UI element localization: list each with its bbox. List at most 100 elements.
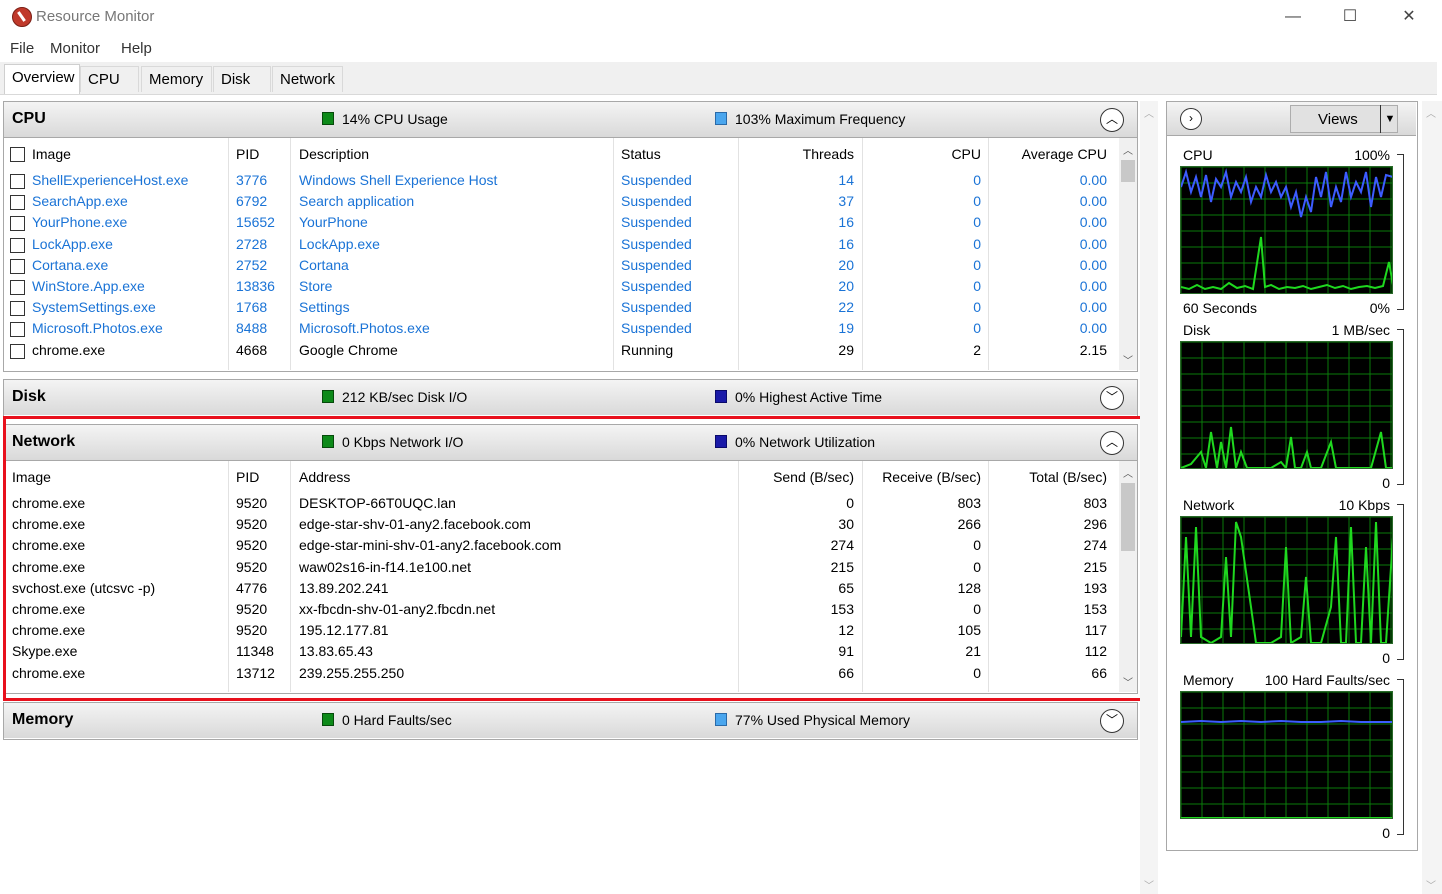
table-cell: Suspended xyxy=(621,299,692,316)
cpu-table-scrollbar[interactable]: ︿ ﹀ xyxy=(1119,138,1137,370)
disk-active-indicator-icon xyxy=(715,390,727,403)
disk-active-text: 0% Highest Active Time xyxy=(735,389,883,405)
table-cell: 20 xyxy=(838,256,854,273)
table-cell: 15652 xyxy=(236,214,275,231)
column-separator xyxy=(228,138,229,370)
cpu-section-title: CPU xyxy=(12,110,46,127)
menu-monitor[interactable]: Monitor xyxy=(50,40,100,57)
views-button-label: Views xyxy=(1318,111,1358,128)
maximize-button[interactable]: ☐ xyxy=(1327,4,1373,30)
network-graph-max: 10 Kbps xyxy=(1338,497,1390,513)
network-graph-title: Network xyxy=(1183,497,1235,513)
cpu-col-header-description[interactable]: Description xyxy=(299,146,369,162)
close-button[interactable]: ✕ xyxy=(1386,4,1432,30)
cpu-usage-indicator-icon xyxy=(322,112,334,125)
cpu-col-header-status[interactable]: Status xyxy=(621,146,661,162)
table-cell: Store xyxy=(299,278,333,294)
memory-used-text: 77% Used Physical Memory xyxy=(735,712,911,728)
menu-file[interactable]: File xyxy=(10,40,34,57)
scroll-thumb[interactable] xyxy=(1121,160,1135,182)
table-cell: 0 xyxy=(973,235,981,252)
process-checkbox[interactable] xyxy=(10,301,25,317)
graphs-scrollbar[interactable]: ︿ ﹀ xyxy=(1422,101,1442,894)
memory-used-indicator-icon xyxy=(715,713,727,726)
process-checkbox[interactable] xyxy=(10,280,25,295)
collapse-up-icon[interactable]: ︿ xyxy=(1100,108,1124,132)
table-cell: LockApp.exe xyxy=(299,235,380,252)
process-checkbox[interactable] xyxy=(10,174,25,189)
scroll-up-arrow-icon[interactable]: ︿ xyxy=(1123,142,1133,157)
memory-faults-text: 0 Hard Faults/sec xyxy=(342,712,452,728)
expand-down-icon[interactable]: ﹀ xyxy=(1100,386,1124,410)
memory-section-header[interactable]: Memory 0 Hard Faults/sec 77% Used Physic… xyxy=(4,703,1137,738)
cpu-graph-min: 0% xyxy=(1369,300,1390,316)
memory-graph-max: 100 Hard Faults/sec xyxy=(1264,672,1390,688)
cpu-graph-time-label: 60 Seconds xyxy=(1183,300,1257,316)
views-dropdown-arrow-icon[interactable]: ▼ xyxy=(1380,105,1399,133)
cpu-col-header-threads[interactable]: Threads xyxy=(734,146,854,162)
scroll-down-arrow-icon[interactable]: ﹀ xyxy=(1144,877,1154,892)
process-checkbox[interactable] xyxy=(10,216,25,232)
tab-overview[interactable]: Overview xyxy=(4,64,80,94)
process-checkbox[interactable] xyxy=(10,322,25,338)
window-title: Resource Monitor xyxy=(36,8,155,25)
table-cell: 16 xyxy=(838,235,854,252)
resource-monitor-icon xyxy=(12,7,32,27)
table-cell: 2 xyxy=(973,341,981,358)
main-scrollbar[interactable]: ︿ ﹀ xyxy=(1140,101,1158,894)
table-cell: Suspended xyxy=(621,214,692,231)
table-cell: 0 xyxy=(973,214,981,231)
network-graph xyxy=(1180,516,1393,644)
process-checkbox[interactable] xyxy=(10,258,25,274)
scroll-down-arrow-icon[interactable]: ﹀ xyxy=(1123,352,1133,367)
select-all-checkbox[interactable] xyxy=(10,147,25,162)
table-cell: Settings xyxy=(299,299,350,316)
disk-graph xyxy=(1180,341,1393,469)
disk-io-text: 212 KB/sec Disk I/O xyxy=(342,389,468,405)
table-cell: Running xyxy=(621,341,674,358)
table-cell: 1768 xyxy=(236,299,268,316)
tab-network[interactable]: Network xyxy=(272,66,343,92)
scroll-up-arrow-icon[interactable]: ︿ xyxy=(1426,105,1436,120)
memory-graph-title: Memory xyxy=(1183,672,1234,688)
process-checkbox[interactable] xyxy=(10,237,25,253)
tab-disk[interactable]: Disk xyxy=(213,66,271,92)
process-checkbox[interactable] xyxy=(10,195,25,211)
menu-help[interactable]: Help xyxy=(121,40,152,57)
table-cell: SearchApp.exe xyxy=(32,193,128,210)
cpu-col-header-average-cpu[interactable]: Average CPU xyxy=(987,146,1107,162)
table-cell: 19 xyxy=(838,320,854,337)
table-cell: 0 xyxy=(973,172,981,188)
scroll-down-arrow-icon[interactable]: ﹀ xyxy=(1426,877,1436,892)
memory-graph xyxy=(1180,691,1393,819)
disk-graph-min: 0 xyxy=(1382,475,1390,491)
table-cell: 16 xyxy=(838,214,854,231)
cpu-col-header-pid[interactable]: PID xyxy=(236,146,259,162)
table-cell: WinStore.App.exe xyxy=(32,278,145,294)
process-checkbox[interactable] xyxy=(10,343,25,359)
disk-graph-title: Disk xyxy=(1183,322,1211,338)
disk-io-indicator-icon xyxy=(322,390,334,403)
tab-cpu[interactable]: CPU xyxy=(80,66,139,92)
cpu-col-header-cpu[interactable]: CPU xyxy=(861,146,981,162)
cpu-section-header[interactable]: CPU 14% CPU Usage 103% Maximum Frequency… xyxy=(4,102,1137,138)
chevron-right-icon[interactable]: › xyxy=(1180,108,1202,130)
minimize-button[interactable]: — xyxy=(1270,4,1316,30)
cpu-col-header-image[interactable]: Image xyxy=(32,146,71,162)
disk-section-header[interactable]: Disk 212 KB/sec Disk I/O 0% Highest Acti… xyxy=(4,380,1137,415)
tab-memory[interactable]: Memory xyxy=(141,66,212,92)
disk-section: Disk 212 KB/sec Disk I/O 0% Highest Acti… xyxy=(3,379,1138,417)
table-cell: Suspended xyxy=(621,256,692,273)
title-bar: Resource Monitor — ☐ ✕ xyxy=(0,0,1442,34)
table-cell: 0 xyxy=(973,278,981,294)
scroll-up-arrow-icon[interactable]: ︿ xyxy=(1144,105,1154,120)
cpu-graph-title: CPU xyxy=(1183,147,1213,163)
expand-down-icon[interactable]: ﹀ xyxy=(1100,709,1124,733)
table-cell: 0 xyxy=(973,299,981,316)
table-cell: 29 xyxy=(838,341,854,358)
network-highlight-box xyxy=(3,416,1144,701)
table-cell: 3776 xyxy=(236,172,268,188)
memory-graph-min: 0 xyxy=(1382,825,1390,841)
cpu-usage-text: 14% CPU Usage xyxy=(342,111,448,127)
table-cell: Suspended xyxy=(621,193,692,210)
